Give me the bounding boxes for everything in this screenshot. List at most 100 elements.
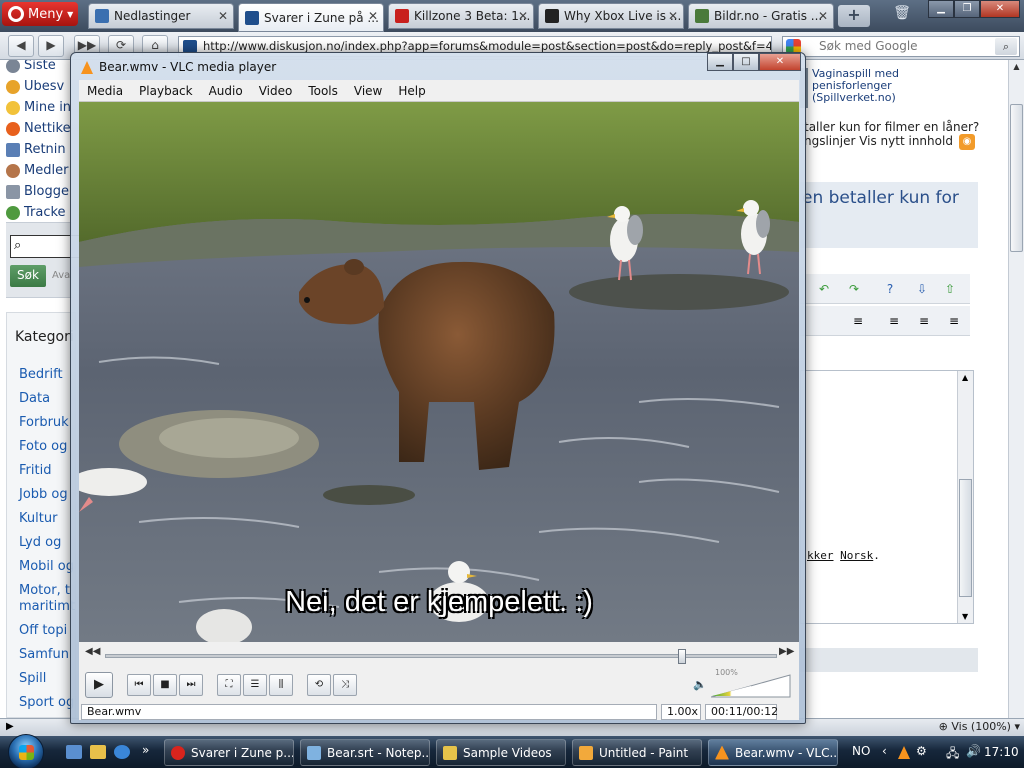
scroll-down-icon[interactable]: ▼ <box>962 612 968 621</box>
playback-speed[interactable]: 1.00x <box>661 704 701 720</box>
extended-settings-button[interactable]: ⫼ <box>269 674 293 696</box>
network-icon[interactable]: 🖧 <box>946 744 959 765</box>
volume-slider[interactable] <box>711 674 791 698</box>
taskbar-item-notepad[interactable]: Bear.srt - Notep... <box>300 739 430 766</box>
previous-button[interactable]: ⏮ <box>127 674 151 696</box>
vlc-maximize-button[interactable]: □ <box>733 53 759 71</box>
fullscreen-button[interactable]: ⛶ <box>217 674 241 696</box>
back-button[interactable]: ◀ <box>8 35 34 57</box>
align-right-icon[interactable]: ≡ <box>946 313 962 329</box>
close-window-button[interactable]: ✕ <box>980 0 1020 18</box>
upload-icon[interactable]: ⇧ <box>942 281 958 297</box>
minimize-button[interactable]: ▁ <box>928 0 954 18</box>
ad-link[interactable]: Vaginaspill med penisforlenger (Spillver… <box>812 68 922 104</box>
close-icon[interactable]: ✕ <box>218 9 228 23</box>
editor-scrollbar[interactable]: ▲ ▼ <box>957 371 973 623</box>
video-area[interactable]: Nei, det er kjempelett. :) <box>79 102 799 642</box>
vlc-minimize-button[interactable]: ▁ <box>707 53 733 71</box>
elapsed-time[interactable]: 00:11/00:12 <box>705 704 778 720</box>
tab-downloads[interactable]: Nedlastinger ✕ <box>88 3 234 29</box>
menu-video[interactable]: Video <box>251 84 301 98</box>
category-link[interactable]: Fritid <box>19 463 51 478</box>
category-link[interactable]: Spill <box>19 671 46 686</box>
menu-audio[interactable]: Audio <box>201 84 251 98</box>
tab-svarer-zune[interactable]: Svarer i Zune på ... ✕ <box>238 3 384 32</box>
trash-icon[interactable]: 🗑 <box>892 5 912 27</box>
download-icon[interactable]: ⇩ <box>914 281 930 297</box>
tray-expand-icon[interactable]: ‹ <box>882 744 887 758</box>
close-icon[interactable]: ✕ <box>818 9 828 23</box>
category-link[interactable]: Bedrift <box>19 367 63 382</box>
taskbar-item-paint[interactable]: Untitled - Paint <box>572 739 702 766</box>
category-link[interactable]: Sport og <box>19 695 74 710</box>
category-link[interactable]: Mobil og <box>19 559 74 574</box>
category-link[interactable]: Samfun <box>19 647 69 662</box>
tab-killzone[interactable]: Killzone 3 Beta: 1... ✕ <box>388 3 534 29</box>
menu-media[interactable]: Media <box>79 84 131 98</box>
category-link[interactable]: maritimt <box>19 599 75 614</box>
help-icon[interactable]: ? <box>882 281 898 297</box>
taskbar-item-opera[interactable]: Svarer i Zune p... <box>164 739 294 766</box>
close-icon[interactable]: ✕ <box>518 9 528 23</box>
language-indicator[interactable]: NO <box>852 744 870 758</box>
shuffle-button[interactable]: ⤨ <box>333 674 357 696</box>
category-link[interactable]: Lyd og <box>19 535 61 550</box>
opera-menu-button[interactable]: Meny ▼ <box>2 2 78 26</box>
page-scrollbar[interactable]: ▲ <box>1008 60 1024 718</box>
volume-tray-icon[interactable]: 🔊 <box>966 744 981 758</box>
tab-xbox-live[interactable]: Why Xbox Live is ... ✕ <box>538 3 684 29</box>
undo-icon[interactable]: ↶ <box>816 281 832 297</box>
redo-icon[interactable]: ↷ <box>846 281 862 297</box>
panel-toggle-icon[interactable]: ▶ <box>6 721 14 732</box>
taskbar-item-sample-videos[interactable]: Sample Videos <box>436 739 566 766</box>
editor-scroll-thumb[interactable] <box>959 479 972 597</box>
category-link[interactable]: Motor, t <box>19 583 70 598</box>
explorer-icon[interactable] <box>90 745 106 759</box>
seek-bar[interactable] <box>105 649 777 664</box>
menu-tools[interactable]: Tools <box>300 84 346 98</box>
category-link[interactable]: Off topi <box>19 623 67 638</box>
quicklaunch-more-icon[interactable]: » <box>142 743 149 757</box>
clock[interactable]: 17:10 <box>984 745 1019 759</box>
close-icon[interactable]: ✕ <box>668 9 678 23</box>
search-button[interactable]: Søk <box>10 265 46 287</box>
indent-icon[interactable]: ≡ <box>850 313 866 329</box>
loop-button[interactable]: ⟲ <box>307 674 331 696</box>
playlist-button[interactable]: ☰ <box>243 674 267 696</box>
stop-button[interactable]: ■ <box>153 674 177 696</box>
speaker-icon[interactable]: 🔈 <box>693 678 707 691</box>
category-link[interactable]: Data <box>19 391 50 406</box>
seek-back-icon[interactable]: ◀◀ <box>85 646 100 657</box>
menu-view[interactable]: View <box>346 84 390 98</box>
close-icon[interactable]: ✕ <box>368 9 378 23</box>
topic-links-fragment[interactable]: ngslinjer Vis nytt innhold <box>804 134 953 148</box>
show-desktop-icon[interactable] <box>66 745 82 759</box>
rss-icon[interactable]: ◉ <box>959 134 975 150</box>
start-button[interactable] <box>8 734 44 768</box>
scroll-up-icon[interactable]: ▲ <box>1009 62 1024 76</box>
tab-bildr[interactable]: Bildr.no - Gratis ... ✕ <box>688 3 834 29</box>
play-button[interactable]: ▶ <box>85 672 113 698</box>
align-left-icon[interactable]: ≡ <box>886 313 902 329</box>
zoom-control[interactable]: ⊕ Vis (100%) ▾ <box>939 720 1020 733</box>
new-tab-button[interactable]: + <box>838 5 870 27</box>
internet-explorer-icon[interactable] <box>114 745 130 759</box>
align-center-icon[interactable]: ≡ <box>916 313 932 329</box>
taskbar-item-vlc[interactable]: Bear.wmv - VLC... <box>708 739 838 766</box>
page-scroll-thumb[interactable] <box>1010 104 1023 252</box>
vlc-close-button[interactable]: ✕ <box>759 53 801 71</box>
category-link[interactable]: Foto og <box>19 439 67 454</box>
restore-button[interactable]: ❐ <box>954 0 980 18</box>
settings-tray-icon[interactable]: ⚙ <box>916 744 927 758</box>
menu-help[interactable]: Help <box>390 84 433 98</box>
forward-button[interactable]: ▶ <box>38 35 64 57</box>
seek-handle[interactable] <box>678 649 687 664</box>
seek-forward-icon[interactable]: ▶▶ <box>779 646 794 657</box>
reply-editor[interactable]: kker Norsk. ▲ ▼ <box>800 370 974 624</box>
search-input[interactable]: Søk med Google ⌕ <box>782 36 1020 57</box>
advanced-search-link[interactable]: Ava <box>52 270 70 281</box>
vlc-tray-icon[interactable] <box>898 746 910 759</box>
menu-playback[interactable]: Playback <box>131 84 201 98</box>
scroll-up-icon[interactable]: ▲ <box>962 373 968 382</box>
category-link[interactable]: Jobb og <box>19 487 68 502</box>
